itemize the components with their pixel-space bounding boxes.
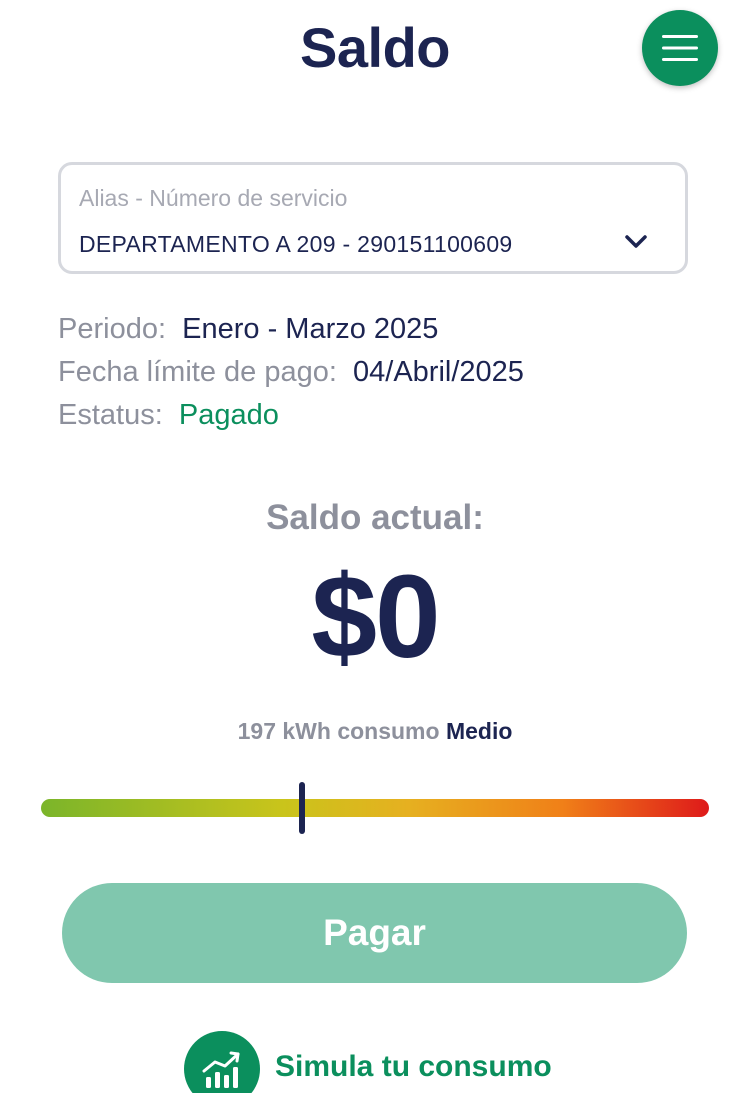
info-periodo: Periodo: Enero - Marzo 2025 xyxy=(58,311,438,347)
info-estatus: Estatus: Pagado xyxy=(58,397,279,433)
menu-button[interactable] xyxy=(642,10,718,86)
saldo-screen: Saldo Alias - Número de servicio DEPARTA… xyxy=(0,0,750,1093)
consumption-gauge-marker xyxy=(298,782,305,834)
saldo-actual-amount: $0 xyxy=(311,551,440,683)
consumption-gauge xyxy=(41,799,709,817)
page-title: Saldo xyxy=(300,16,450,79)
consumption-summary: 197 kWh consumo Medio xyxy=(0,718,750,745)
chevron-down-icon xyxy=(625,235,647,248)
estatus-label: Estatus: xyxy=(58,399,163,431)
hamburger-menu-icon xyxy=(662,35,698,61)
service-select-value: DEPARTAMENTO A 209 - 290151100609 xyxy=(79,231,513,257)
info-fecha-limite: Fecha límite de pago: 04/Abril/2025 xyxy=(58,354,524,390)
saldo-actual-label: Saldo actual: xyxy=(266,498,484,537)
bar-chart-growth-icon xyxy=(202,1051,240,1088)
consumption-text: 197 kWh consumo xyxy=(237,718,440,744)
service-select-label: Alias - Número de servicio xyxy=(79,185,348,211)
consumption-level: Medio xyxy=(445,718,513,744)
periodo-value: Enero - Marzo 2025 xyxy=(182,313,439,345)
simulate-consumption-button[interactable] xyxy=(184,1031,260,1093)
simulate-consumption-link[interactable]: Simula tu consumo xyxy=(275,1050,552,1084)
service-select[interactable]: Alias - Número de servicio DEPARTAMENTO … xyxy=(58,162,688,274)
fecha-limite-label: Fecha límite de pago: xyxy=(58,356,337,388)
pay-button[interactable]: Pagar xyxy=(62,883,687,983)
fecha-limite-value: 04/Abril/2025 xyxy=(353,356,524,388)
periodo-label: Periodo: xyxy=(58,313,167,345)
estatus-value: Pagado xyxy=(178,399,279,431)
